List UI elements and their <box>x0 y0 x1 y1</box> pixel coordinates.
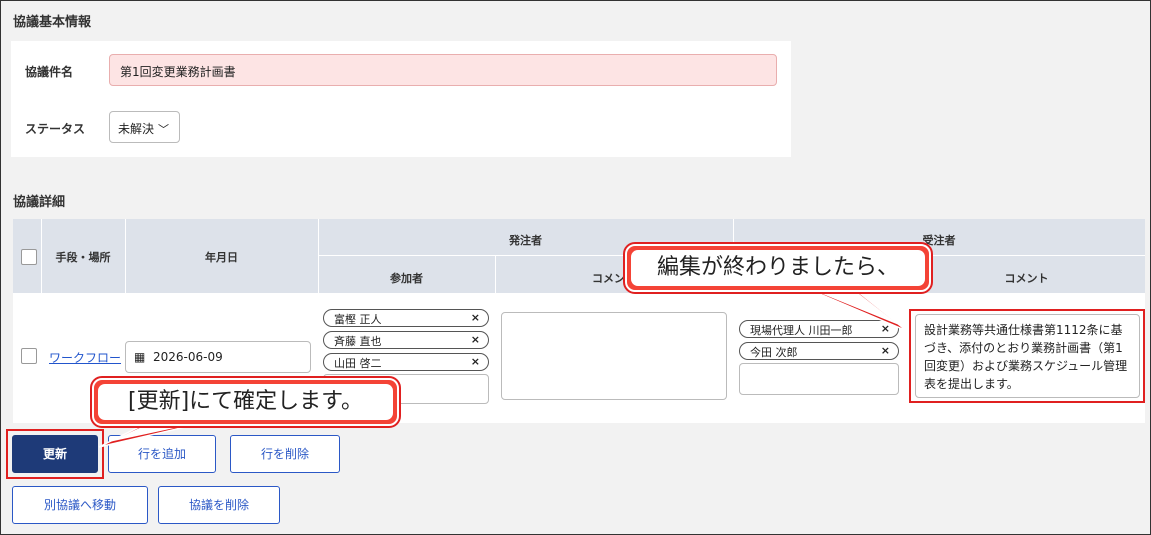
page-frame: 協議基本情報 協議件名 第1回変更業務計画書 ステータス 未解決 ﹀ 協議詳細 手… <box>0 0 1151 535</box>
callout-edit-done-text: 編集が終わりましたら、 <box>631 250 925 286</box>
callout-confirm-text: [更新]にて確定します。 <box>98 384 393 420</box>
callout-edit-done: 編集が終わりましたら、 <box>623 242 933 294</box>
callout-pointers <box>98 285 908 448</box>
callout-confirm: [更新]にて確定します。 <box>90 376 401 428</box>
